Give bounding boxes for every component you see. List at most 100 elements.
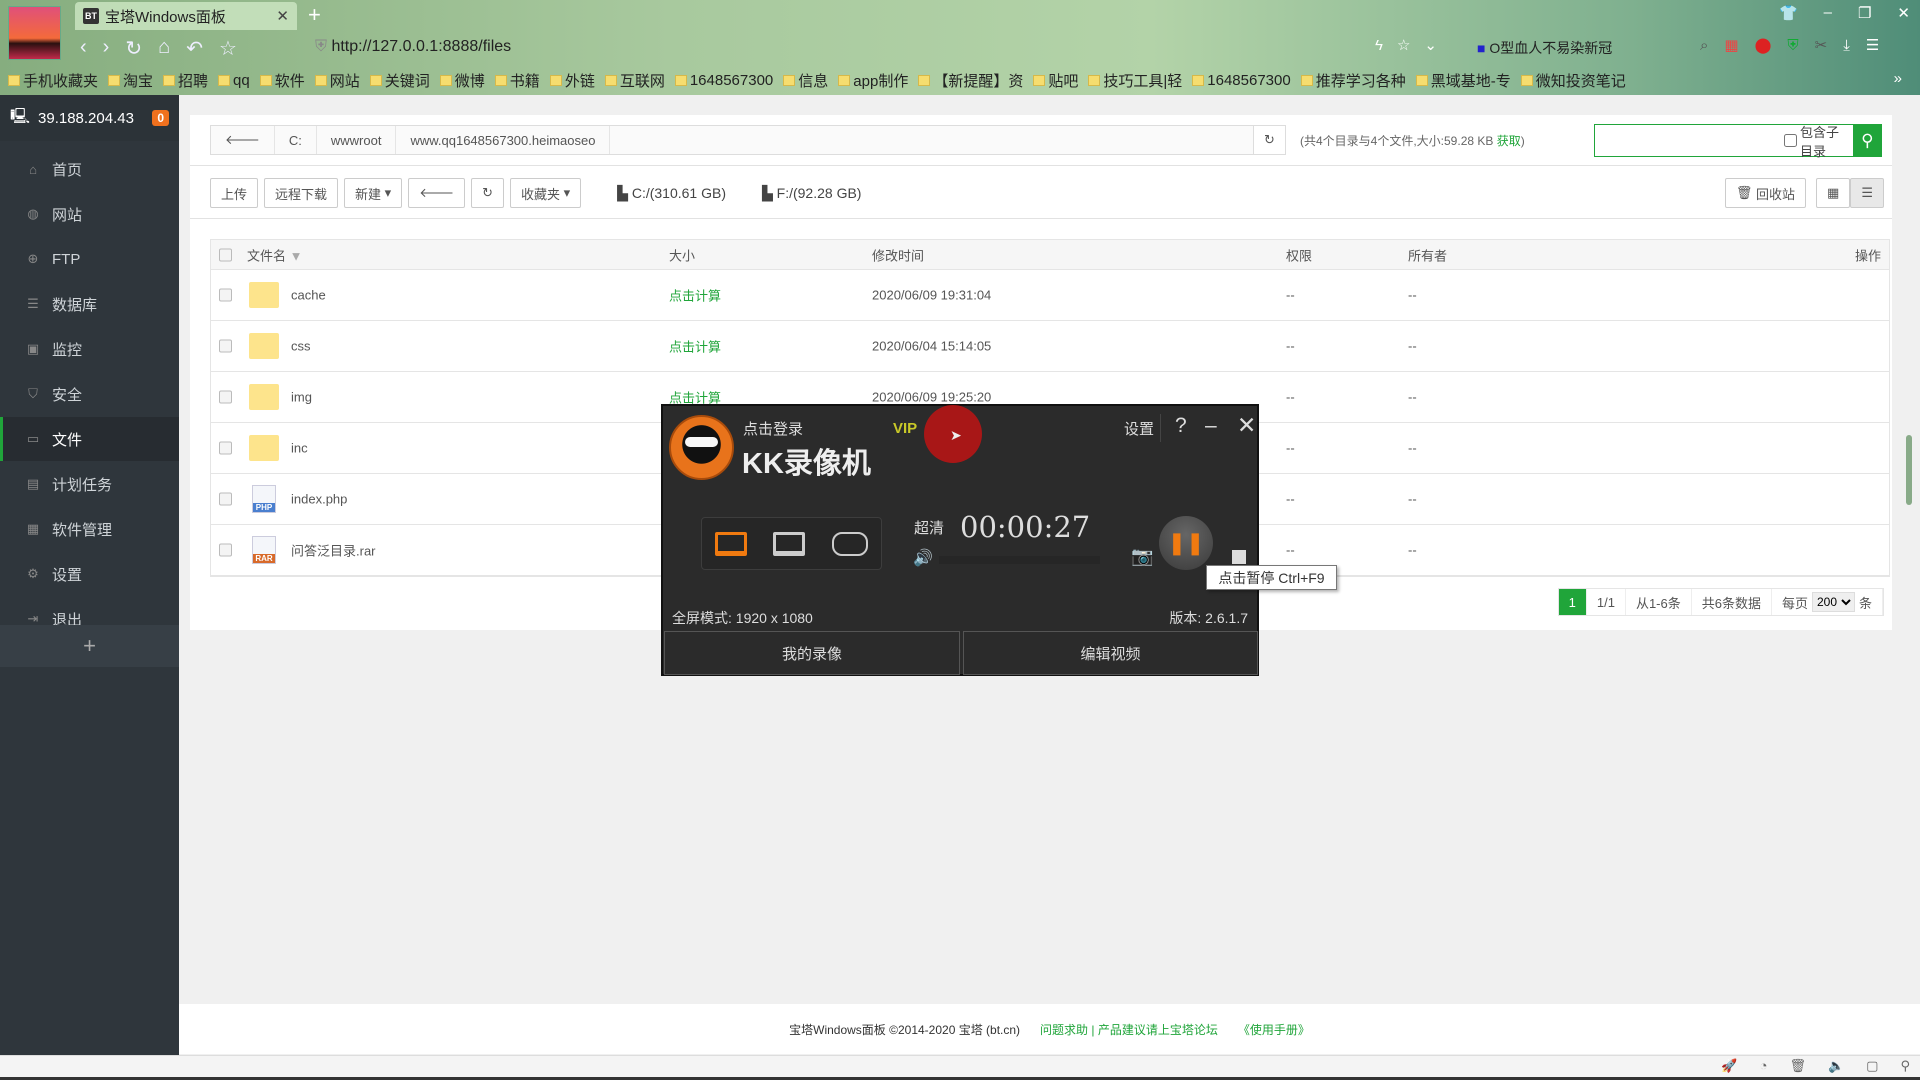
search-button[interactable]: ⚲ <box>1852 124 1882 157</box>
menu-icon[interactable]: ☰ <box>1866 36 1879 54</box>
row-checkbox[interactable] <box>219 288 232 302</box>
bookmark-item[interactable]: 书籍 <box>494 70 540 91</box>
disk-c[interactable]: ▙ C:/(310.61 GB) <box>617 185 726 202</box>
apps-grid-icon[interactable]: ▦ <box>1724 36 1738 54</box>
speaker-icon[interactable]: 🔊 <box>913 548 933 568</box>
bookmark-item[interactable]: 【新提醒】资 <box>918 70 1023 91</box>
volume-icon[interactable]: 🔈 <box>1828 1058 1844 1074</box>
kk-close-button[interactable]: ✕ <box>1237 412 1256 439</box>
game-mode-icon[interactable] <box>831 531 868 556</box>
download-icon[interactable]: ⤓ <box>1843 37 1850 54</box>
notification-badge[interactable]: 0 <box>152 110 169 126</box>
bookmark-item[interactable]: 技巧工具|轻 <box>1088 70 1182 91</box>
skin-icon[interactable]: 👕 <box>1779 4 1798 22</box>
scrollbar-thumb[interactable] <box>1906 435 1912 505</box>
get-size-link[interactable]: 获取 <box>1497 134 1521 148</box>
row-checkbox[interactable] <box>219 339 232 353</box>
header-size[interactable]: 大小 <box>669 245 695 264</box>
rocket-icon[interactable]: 🚀 <box>1721 1058 1737 1074</box>
refresh-button[interactable]: ↻ <box>471 178 504 208</box>
window-icon[interactable]: ▢ <box>1866 1058 1878 1074</box>
kk-settings-button[interactable]: 设置 <box>1124 418 1154 439</box>
calc-size-link[interactable]: 点击计算 <box>669 337 721 356</box>
bookmark-item[interactable]: 推荐学习各种 <box>1300 70 1406 91</box>
file-name[interactable]: 问答泛目录.rar <box>291 541 376 560</box>
kk-login-link[interactable]: 点击登录 <box>743 418 803 439</box>
address-bar[interactable]: ⛨ http://127.0.0.1:8888/files <box>315 38 511 56</box>
bookmark-item[interactable]: 关键词 <box>369 70 430 91</box>
back-icon[interactable]: ‹ <box>80 36 87 61</box>
breadcrumb-item[interactable]: www.qq1648567300.heimaoseo <box>396 126 611 154</box>
bookmark-item[interactable]: 微知投资笔记 <box>1520 70 1626 91</box>
close-tab-icon[interactable]: ✕ <box>276 7 289 25</box>
favorites-button[interactable]: 收藏夹 ▾ <box>509 178 582 208</box>
include-subdir-checkbox[interactable]: 包含子目录 <box>1784 122 1853 160</box>
remote-download-button[interactable]: 远程下载 <box>264 178 339 208</box>
my-recordings-button[interactable]: 我的录像 <box>664 631 960 675</box>
kk-vip-badge[interactable]: VIP <box>893 420 917 437</box>
bookmarks-more-button[interactable]: » <box>1894 70 1902 87</box>
grid-view-button[interactable]: ▦ <box>1816 178 1851 208</box>
browser-tab[interactable]: BT 宝塔Windows面板 ✕ <box>75 2 297 30</box>
zoom-icon[interactable]: ⚲ <box>1900 1058 1910 1074</box>
bookmark-star-icon[interactable]: ☆ <box>1397 36 1410 54</box>
region-mode-icon[interactable] <box>773 531 806 556</box>
bookmark-item[interactable]: app制作 <box>838 70 908 91</box>
sidebar-item[interactable]: ▤ 计划任务 <box>0 462 179 506</box>
upload-button[interactable]: 上传 <box>210 178 259 208</box>
row-checkbox[interactable] <box>219 441 232 455</box>
undo-icon[interactable]: ↶ <box>186 36 203 61</box>
sidebar-item[interactable]: ☰ 数据库 <box>0 282 179 326</box>
bookmark-item[interactable]: 招聘 <box>163 70 208 91</box>
forward-icon[interactable]: › <box>103 36 110 61</box>
t-shield-icon[interactable]: ⛨ <box>1787 37 1798 54</box>
stop-button[interactable] <box>1232 550 1246 564</box>
add-menu-button[interactable]: + <box>0 625 179 667</box>
sidebar-item[interactable]: ▣ 监控 <box>0 327 179 371</box>
speed-icon[interactable]: ◔ <box>1760 1058 1768 1074</box>
flash-icon[interactable]: ϟ <box>1375 37 1383 54</box>
bookmark-item[interactable]: 贴吧 <box>1033 70 1078 91</box>
include-subdir-check[interactable] <box>1784 134 1797 147</box>
file-name[interactable]: img <box>291 390 312 405</box>
sort-by-name[interactable]: 文件名 ▼ <box>247 245 303 264</box>
minimize-icon[interactable]: – <box>1824 4 1832 22</box>
bookmark-item[interactable]: 淘宝 <box>108 70 153 91</box>
sidebar-item[interactable]: ◍ 网站 <box>0 192 179 236</box>
search-input[interactable] <box>1595 125 1784 156</box>
restore-icon[interactable]: ❐ <box>1858 4 1871 22</box>
row-checkbox[interactable] <box>219 543 232 557</box>
file-name[interactable]: inc <box>291 441 308 456</box>
trash-icon[interactable]: 🗑 <box>1789 1058 1806 1074</box>
file-name[interactable]: css <box>291 339 311 354</box>
sidebar-item[interactable]: ▭ 文件 <box>0 417 179 461</box>
bookmark-item[interactable]: 黑域基地-专 <box>1415 70 1511 91</box>
bookmark-item[interactable]: 软件 <box>259 70 305 91</box>
kk-minimize-button[interactable]: – <box>1205 414 1217 438</box>
bookmark-item[interactable]: qq <box>218 70 250 91</box>
table-row[interactable]: css 点击计算 2020/06/04 15:14:05 -- -- <box>211 321 1889 372</box>
sidebar-item[interactable]: ⛉ 安全 <box>0 372 179 416</box>
refresh-icon[interactable]: ↻ <box>1253 126 1285 154</box>
help-link[interactable]: 问题求助 | 产品建议请上宝塔论坛 <box>1040 1021 1218 1038</box>
kk-quality[interactable]: 超清 <box>914 517 944 538</box>
new-tab-button[interactable]: + <box>308 2 321 28</box>
scissors-icon[interactable]: ✂ <box>1815 36 1828 54</box>
bookmark-item[interactable]: 微博 <box>439 70 485 91</box>
bookmark-item[interactable]: 1648567300 <box>1192 70 1291 91</box>
home-icon[interactable]: ⌂ <box>158 36 170 61</box>
pause-button[interactable]: ❚❚ <box>1159 516 1213 570</box>
reload-icon[interactable]: ↻ <box>125 36 142 61</box>
file-name[interactable]: index.php <box>291 492 347 507</box>
table-row[interactable]: cache 点击计算 2020/06/09 19:31:04 -- -- <box>211 270 1889 321</box>
bookmark-item[interactable]: 互联网 <box>604 70 665 91</box>
sidebar-item[interactable]: ⌂ 首页 <box>0 147 179 191</box>
row-checkbox[interactable] <box>219 492 232 506</box>
edit-video-button[interactable]: 编辑视频 <box>963 631 1258 675</box>
disk-f[interactable]: ▙ F:/(92.28 GB) <box>762 185 861 202</box>
file-name[interactable]: cache <box>291 288 326 303</box>
new-button[interactable]: 新建 ▾ <box>344 178 403 208</box>
profile-avatar[interactable] <box>8 6 61 60</box>
back-button[interactable]: 🡐 <box>408 178 466 208</box>
header-time[interactable]: 修改时间 <box>872 245 924 264</box>
